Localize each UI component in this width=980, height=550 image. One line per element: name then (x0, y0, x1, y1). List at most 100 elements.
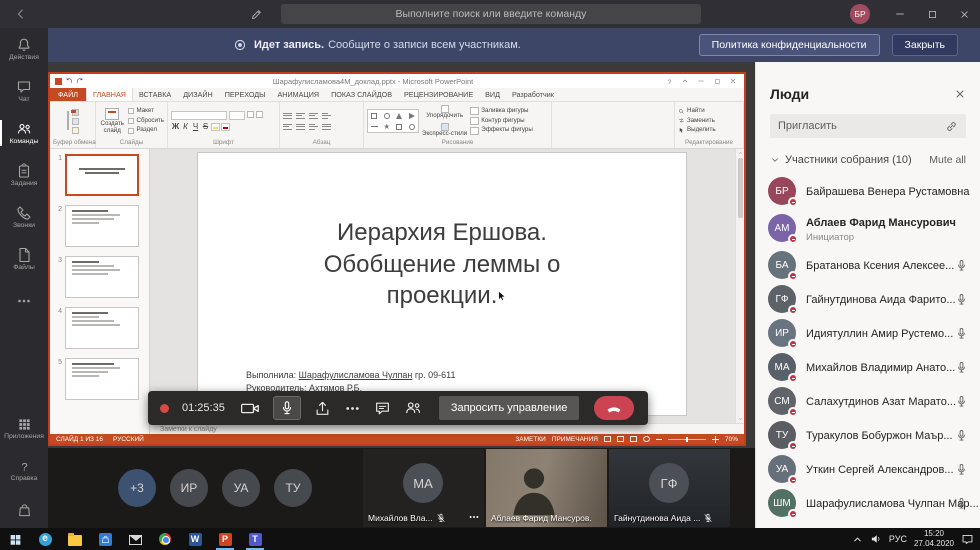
copy-link-icon[interactable] (945, 120, 958, 133)
undo-icon[interactable] (65, 77, 73, 85)
align-right-icon[interactable] (309, 123, 318, 131)
justify-icon[interactable] (322, 123, 331, 131)
sidebar-item-files[interactable]: Файлы (0, 238, 48, 280)
overflow-participants-badge[interactable]: +3 (118, 469, 156, 507)
slide-thumbnail-3[interactable]: 3 (55, 256, 146, 298)
grow-font-icon[interactable] (247, 111, 254, 118)
language-indicator[interactable]: РУССКИЙ (113, 436, 144, 443)
participant-row[interactable]: СМ Салахутдинов Азат Марато... (756, 384, 980, 418)
clock[interactable]: 15:20 27.04.2020 (914, 529, 954, 549)
chevron-down-icon[interactable] (770, 155, 780, 165)
zoom-slider[interactable] (668, 439, 706, 440)
invite-input[interactable]: Пригласить (770, 114, 966, 138)
minimize-button[interactable] (884, 0, 916, 28)
shapes-gallery[interactable] (367, 109, 419, 133)
sorter-view-icon[interactable] (617, 436, 624, 442)
scrollbar-thumb[interactable] (738, 158, 743, 218)
mic-icon[interactable] (955, 395, 968, 408)
layout-button[interactable]: Макет (128, 107, 164, 116)
privacy-policy-button[interactable]: Политика конфиденциальности (699, 34, 880, 56)
participants-toggle[interactable] (404, 399, 422, 417)
maximize-button[interactable] (916, 0, 948, 28)
more-actions-button[interactable] (344, 400, 361, 417)
search-input[interactable]: Выполните поиск или введите команду (281, 4, 701, 24)
sidebar-item-assignments[interactable]: Задания (0, 154, 48, 196)
hang-up-button[interactable] (594, 396, 634, 420)
tab-transitions[interactable]: ПЕРЕХОДЫ (219, 88, 272, 101)
tile-more-icon[interactable] (468, 511, 480, 523)
participant-row[interactable]: АМ Аблаев Фарид Мансурович Инициатор (756, 208, 980, 248)
request-control-button[interactable]: Запросить управление (439, 396, 580, 420)
participant-bubble[interactable]: ИР (170, 469, 208, 507)
paste-button[interactable] (67, 112, 69, 130)
slide-canvas[interactable]: Иерархия Ершова. Обобщение леммы о проек… (150, 149, 744, 423)
participant-row[interactable]: БА Братанова Ксения Алексее... (756, 248, 980, 282)
strikethrough-button[interactable]: S (201, 122, 210, 131)
vertical-scrollbar[interactable] (735, 149, 744, 423)
tab-slideshow[interactable]: ПОКАЗ СЛАЙДОВ (325, 88, 398, 101)
tab-view[interactable]: ВИД (479, 88, 506, 101)
mic-icon[interactable] (955, 497, 968, 510)
tab-insert[interactable]: ВСТАВКА (133, 88, 177, 101)
tray-chevron-icon[interactable] (852, 534, 863, 545)
sidebar-item-store[interactable] (0, 492, 48, 528)
reset-button[interactable]: Сбросить (128, 117, 164, 126)
highlight-color-icon[interactable] (211, 123, 220, 131)
user-avatar[interactable]: БР (850, 4, 870, 24)
reading-view-icon[interactable] (630, 436, 637, 442)
chat-toggle[interactable] (374, 400, 391, 417)
sidebar-item-teams[interactable]: Команды (0, 112, 48, 154)
current-slide[interactable]: Иерархия Ершова. Обобщение леммы о проек… (198, 153, 686, 415)
font-name-combobox[interactable] (171, 111, 227, 120)
participant-bubble[interactable]: ТУ (274, 469, 312, 507)
taskbar-store[interactable] (90, 528, 120, 550)
slide-thumbnail-4[interactable]: 4 (55, 307, 146, 349)
taskbar-mail[interactable] (120, 528, 150, 550)
comments-toggle[interactable]: ПРИМЕЧАНИЯ (552, 436, 598, 443)
language-switcher[interactable]: РУС (889, 534, 907, 544)
section-button[interactable]: Раздел (128, 126, 164, 135)
video-tile[interactable]: МА Михайлов Вла... (363, 449, 484, 527)
ppt-maximize-button[interactable] (710, 76, 724, 87)
font-size-combobox[interactable] (229, 111, 245, 120)
shape-effects-button[interactable]: Эффекты фигуры (470, 126, 533, 135)
share-button[interactable] (314, 400, 331, 417)
close-button[interactable] (948, 0, 980, 28)
slideshow-view-icon[interactable] (643, 436, 650, 442)
camera-toggle[interactable] (241, 399, 260, 418)
slide-thumbnail-1[interactable]: 1 (55, 154, 146, 196)
video-tile[interactable]: Аблаев Фарид Мансуров... (486, 449, 607, 527)
sidebar-item-help[interactable]: Справка (0, 450, 48, 492)
mic-icon[interactable] (955, 463, 968, 476)
participant-row[interactable]: ГФ Гайнутдинова Аида Фарито... (756, 282, 980, 316)
sidebar-item-chat[interactable]: Чат (0, 70, 48, 112)
shape-outline-button[interactable]: Контур фигуры (470, 117, 533, 126)
arrange-button[interactable]: Упорядочить (422, 105, 467, 120)
ppt-minimize-button[interactable] (694, 76, 708, 87)
save-icon[interactable] (55, 78, 62, 85)
participant-row[interactable]: УА Уткин Сергей Александров... (756, 452, 980, 486)
format-painter-icon[interactable] (72, 127, 79, 134)
participant-row[interactable]: ШМ Шарафулисламова Чулпан Мар... (756, 486, 980, 520)
quick-styles-button[interactable]: Экспресс-стили (422, 123, 467, 138)
sidebar-item-activity[interactable]: Действия (0, 28, 48, 70)
zoom-out-icon[interactable] (656, 439, 662, 440)
taskbar-chrome[interactable] (150, 528, 180, 550)
taskbar-powerpoint[interactable]: P (210, 528, 240, 550)
font-color-icon[interactable] (221, 123, 230, 131)
participant-row[interactable]: ТУ Туракулов Бобуржон Маър... (756, 418, 980, 452)
video-tile[interactable]: ГФ Гайнутдинова Аида ... (609, 449, 730, 527)
mic-icon[interactable] (955, 361, 968, 374)
shape-fill-button[interactable]: Заливка фигуры (470, 107, 533, 116)
tab-design[interactable]: ДИЗАЙН (177, 88, 219, 101)
panel-close-icon[interactable] (954, 88, 966, 100)
participant-row[interactable]: МА Михайлов Владимир Анато... (756, 350, 980, 384)
normal-view-icon[interactable] (604, 436, 611, 442)
mic-icon[interactable] (955, 293, 968, 306)
participant-row[interactable]: ИР Идиятуллин Амир Рустемо... (756, 316, 980, 350)
numbering-icon[interactable] (296, 112, 305, 120)
tab-home[interactable]: ГЛАВНАЯ (86, 88, 133, 101)
tab-developer[interactable]: Разработчик (506, 88, 560, 101)
ppt-close-button[interactable] (726, 76, 740, 87)
tab-review[interactable]: РЕЦЕНЗИРОВАНИЕ (398, 88, 479, 101)
